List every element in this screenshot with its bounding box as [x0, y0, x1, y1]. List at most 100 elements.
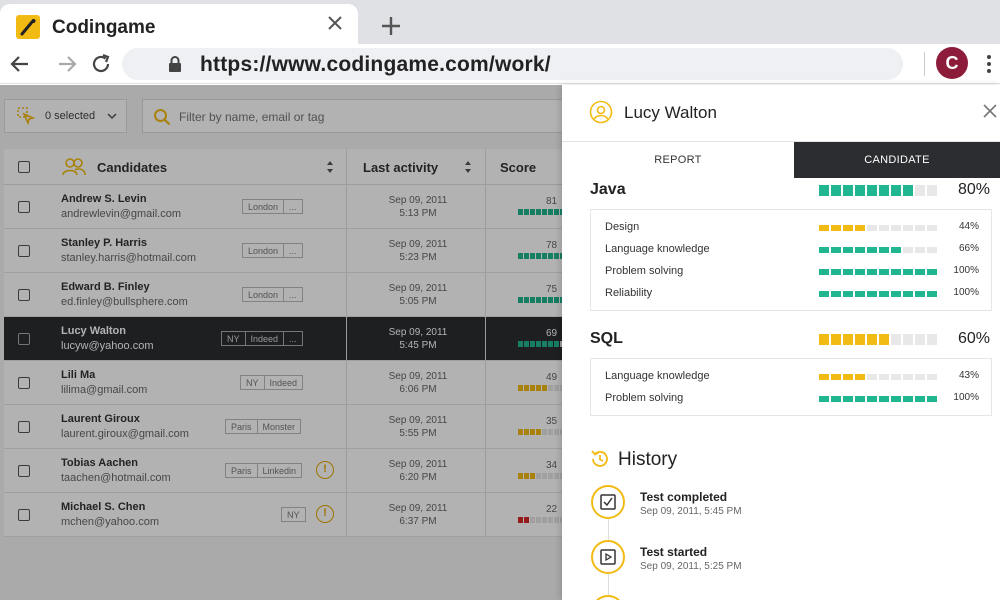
subskill-bar-segment [915, 225, 925, 231]
subskill-bar-segment [867, 247, 877, 253]
tag[interactable]: ... [284, 200, 302, 213]
browser-menu-icon[interactable] [986, 53, 992, 75]
close-tab-icon[interactable] [324, 12, 346, 34]
tab-title: Codingame [52, 17, 156, 38]
row-checkbox[interactable] [18, 377, 30, 389]
tag[interactable]: NY [222, 332, 246, 345]
table-row[interactable]: Lili Ma lilima@gmail.com NY Indeed Sep 09, 2… [4, 361, 562, 405]
subskill-bar-segment [891, 291, 901, 297]
activity-time: 5:55 PM [399, 428, 437, 439]
back-arrow-icon[interactable] [8, 52, 32, 76]
subskill-bar-segment [855, 269, 865, 275]
tag[interactable]: NY [241, 376, 265, 389]
score-bar-segment [536, 429, 541, 435]
tag[interactable]: ... [284, 288, 302, 301]
table-row[interactable]: Stanley P. Harris stanley.harris@hotmail.… [4, 229, 562, 273]
tag[interactable]: London [243, 288, 285, 301]
tag[interactable]: Indeed [246, 332, 285, 345]
new-tab-icon[interactable] [379, 14, 403, 38]
table-row[interactable]: Michael S. Chen mchen@yahoo.com NY! Sep 09,… [4, 493, 562, 537]
column-last-activity[interactable]: Last activity [363, 160, 438, 175]
subskill-label: Reliability [605, 287, 653, 299]
score-bar [518, 473, 562, 479]
table-row[interactable]: Laurent Giroux laurent.giroux@gmail.com Pa… [4, 405, 562, 449]
subskill-row: Reliability 100% [591, 283, 993, 305]
select-all-checkbox[interactable] [18, 161, 30, 173]
table-row[interactable]: Lucy Walton lucyw@yahoo.com NY Indeed... Sep… [4, 317, 562, 361]
tag[interactable]: NY [282, 508, 305, 521]
activity-date: Sep 09, 2011 [388, 371, 448, 382]
browser-tab[interactable]: Codingame [0, 4, 358, 44]
table-row[interactable]: Tobias Aachen taachen@hotmail.com Paris Lin… [4, 449, 562, 493]
sort-icon[interactable] [326, 160, 334, 174]
table-row[interactable]: Andrew S. Levin andrewlevin@gmail.com Lond… [4, 185, 562, 229]
tag[interactable]: Monster [258, 420, 301, 433]
tag-list: Paris Monster [225, 419, 302, 434]
table-body: Andrew S. Levin andrewlevin@gmail.com Lond… [4, 185, 562, 537]
timeline-node [591, 485, 625, 519]
row-checkbox[interactable] [18, 333, 30, 345]
tag-list: NY Indeed [240, 375, 304, 390]
tag[interactable]: Paris [226, 420, 258, 433]
row-checkbox[interactable] [18, 245, 30, 257]
tag[interactable]: London [243, 244, 285, 257]
subskill-percent: 100% [953, 265, 979, 276]
profile-avatar[interactable]: C [936, 47, 968, 79]
activity-date: Sep 09, 2011 [388, 283, 448, 294]
url-omnibox[interactable]: https://www.codingame.com/work/ [122, 48, 903, 80]
select-cursor-icon [17, 107, 35, 125]
score-bar-segment [554, 341, 559, 347]
row-checkbox[interactable] [18, 465, 30, 477]
score-bar-segment [524, 385, 529, 391]
row-checkbox[interactable] [18, 421, 30, 433]
filter-input[interactable] [179, 108, 479, 126]
codingame-logo-icon [16, 15, 40, 39]
tag[interactable]: ... [284, 244, 302, 257]
tag-list: London... [242, 199, 303, 214]
history-event-label: Test completed [640, 490, 728, 504]
tag[interactable]: ... [284, 332, 302, 345]
subskill-bar-segment [867, 396, 877, 402]
column-candidates[interactable]: Candidates [97, 160, 167, 175]
last-activity: Sep 09, 2011 5:13 PM [350, 194, 486, 220]
score-bar-segment [536, 517, 541, 523]
selection-dropdown[interactable]: 0 selected [4, 99, 127, 133]
row-checkbox[interactable] [18, 509, 30, 521]
close-panel-icon[interactable] [983, 104, 997, 118]
tag[interactable]: London [243, 200, 285, 213]
subskill-bar-segment [867, 291, 877, 297]
subskill-bar-segment [819, 374, 829, 380]
activity-date: Sep 09, 2011 [388, 415, 448, 426]
skill-percent: 80% [957, 181, 990, 198]
activity-date: Sep 09, 2011 [388, 239, 448, 250]
candidate-name: Lili Ma [61, 369, 96, 381]
subskill-row: Problem solving 100% [591, 261, 993, 283]
subskill-bar-segment [903, 269, 913, 275]
reload-icon[interactable] [89, 52, 113, 76]
tab-report[interactable]: REPORT [562, 142, 794, 178]
row-checkbox[interactable] [18, 201, 30, 213]
subskill-bar-segment [879, 269, 889, 275]
score-bar-segment [518, 517, 523, 523]
forward-arrow-icon[interactable] [55, 52, 79, 76]
skill-bar [819, 185, 937, 196]
candidate-report-panel: Lucy Walton REPORT CANDIDATE Java 80% Desi… [562, 85, 1000, 600]
score-bar [518, 297, 562, 303]
subskill-bar-segment [879, 396, 889, 402]
score-value: 49 [546, 372, 558, 383]
tag[interactable]: Indeed [265, 376, 303, 389]
last-activity: Sep 09, 2011 5:05 PM [350, 282, 486, 308]
subskill-row: Language knowledge 43% [591, 366, 993, 388]
candidate-name: Tobias Aachen [61, 457, 139, 469]
tag[interactable]: Paris [226, 464, 258, 477]
table-row[interactable]: Edward B. Finley ed.finley@bullsphere.com… [4, 273, 562, 317]
last-activity: Sep 09, 2011 5:55 PM [350, 414, 486, 440]
score-bar-segment [536, 253, 541, 259]
score-bar-segment [554, 209, 559, 215]
tag[interactable]: Linkedin [258, 464, 302, 477]
score-bar-segment [542, 253, 547, 259]
column-score[interactable]: Score [500, 160, 536, 175]
tab-candidate[interactable]: CANDIDATE [794, 142, 1000, 178]
row-checkbox[interactable] [18, 289, 30, 301]
sort-icon[interactable] [464, 160, 472, 174]
